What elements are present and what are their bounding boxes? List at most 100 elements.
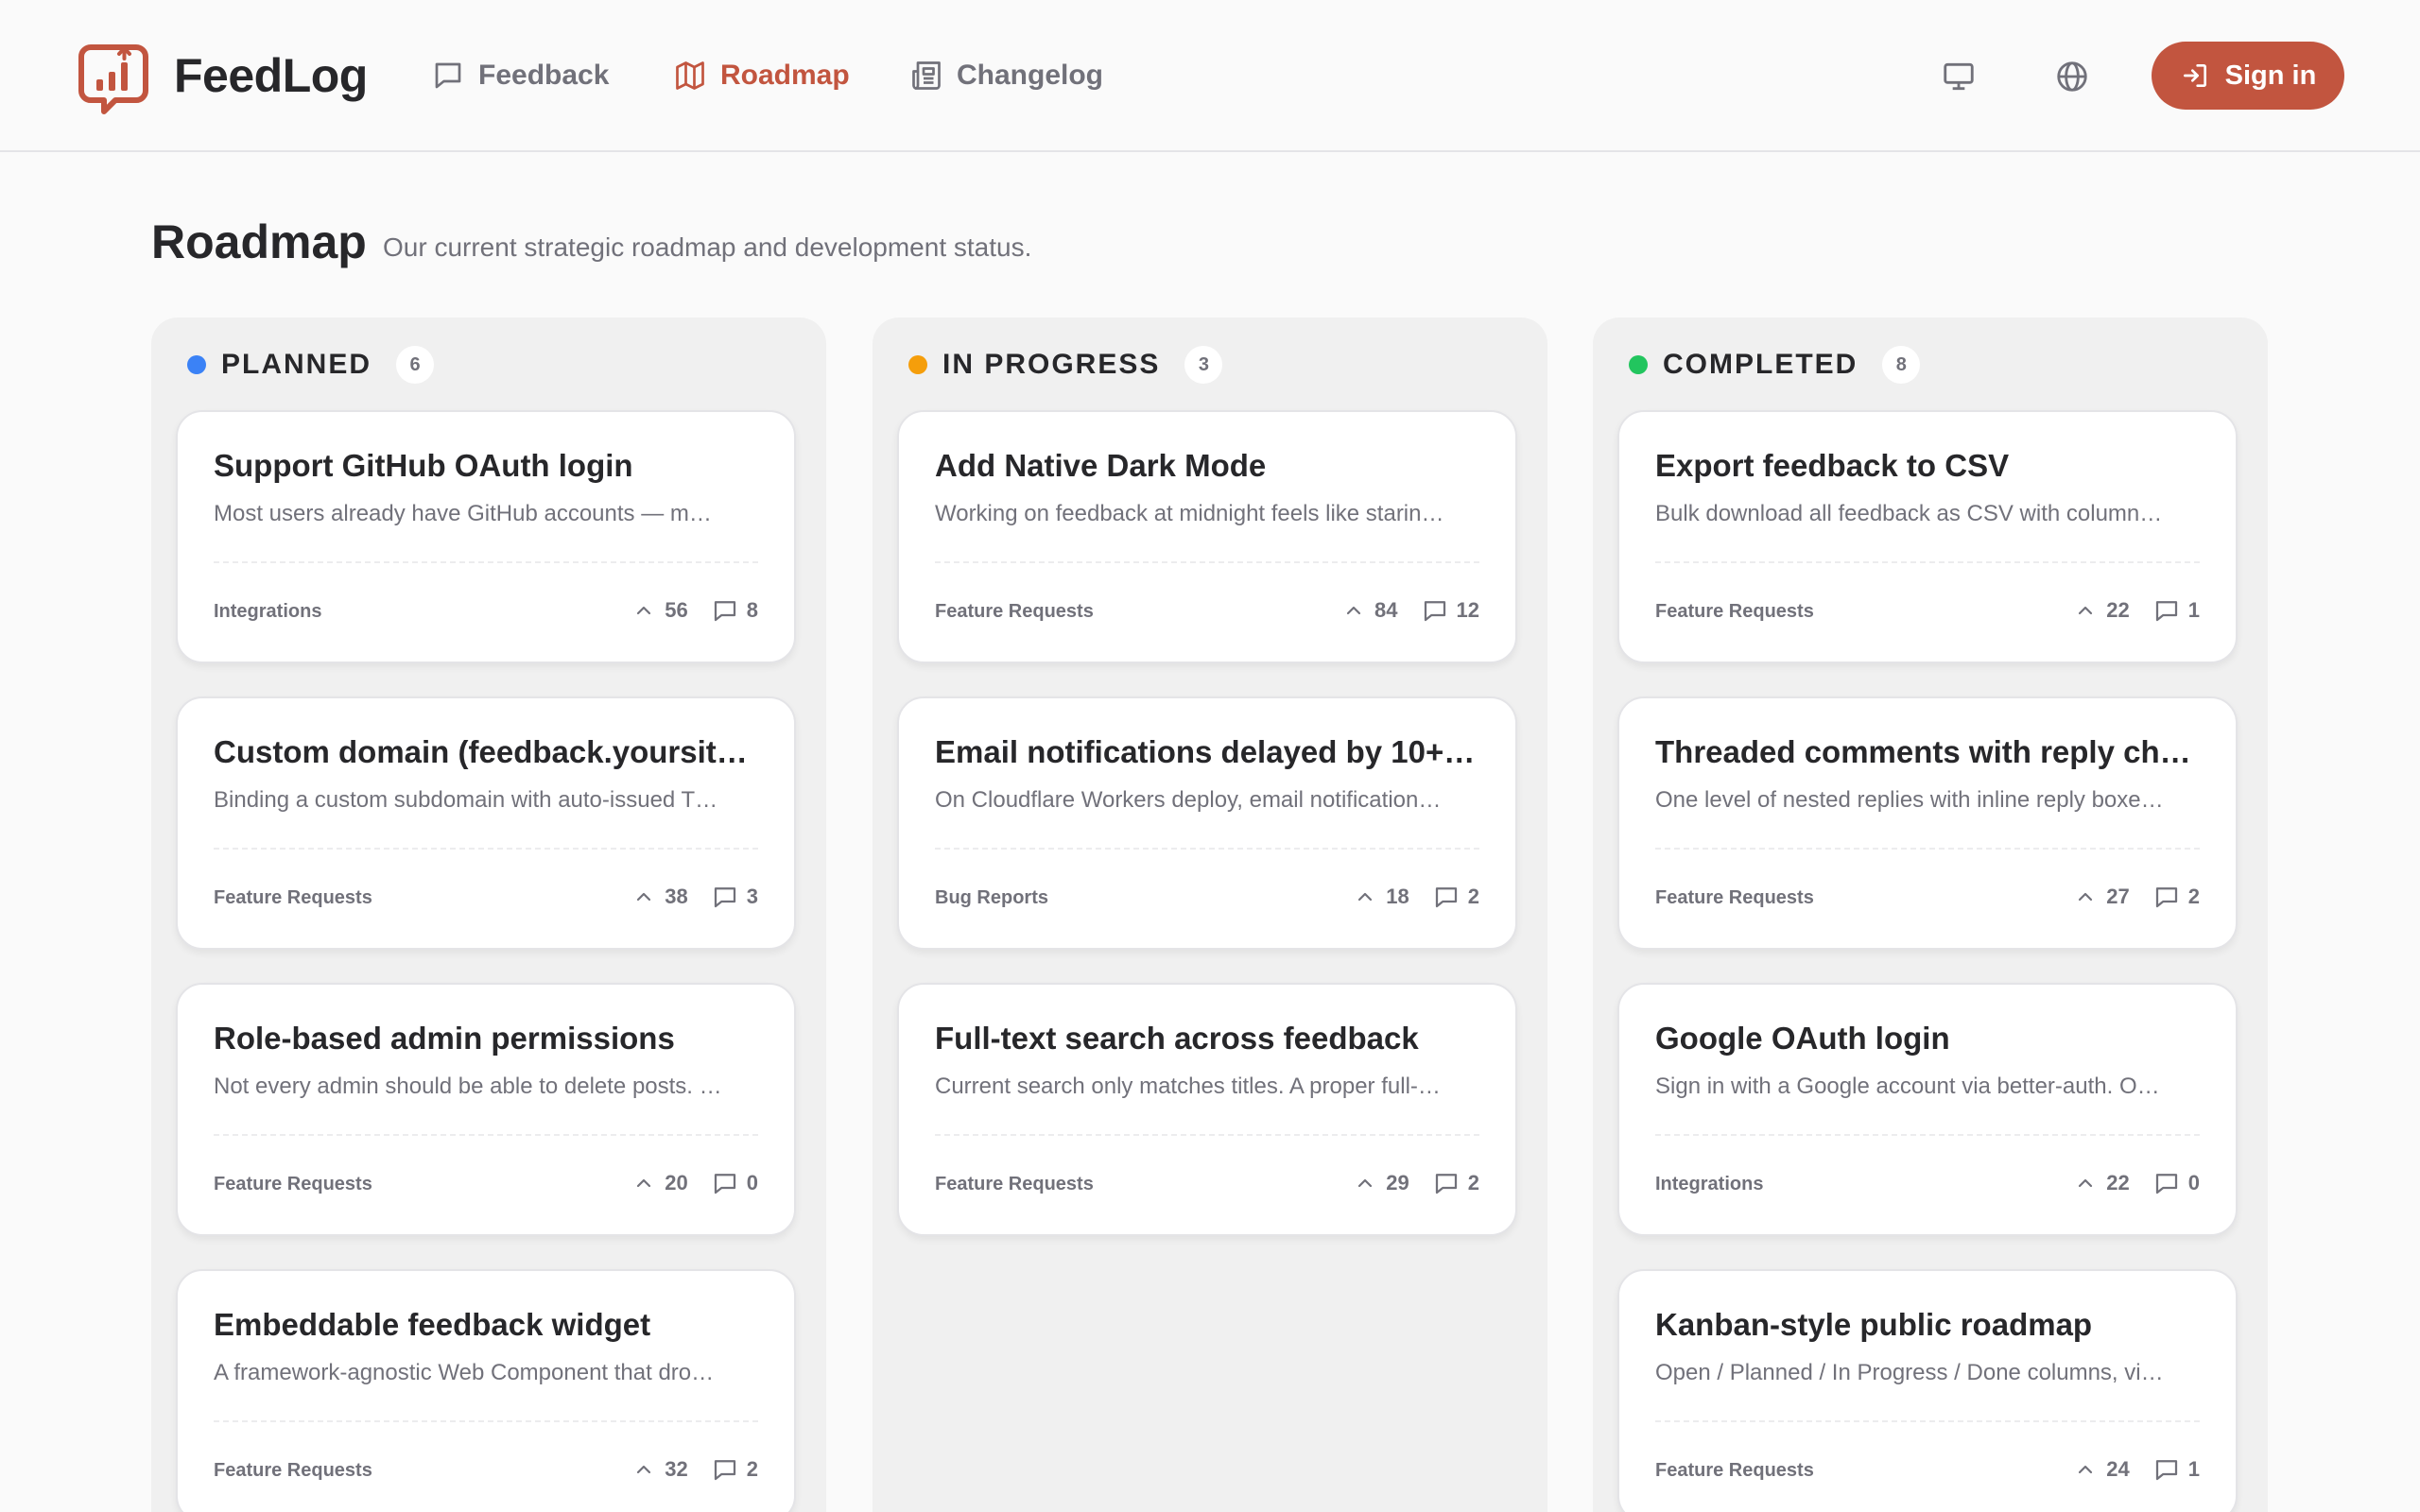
roadmap-card[interactable]: Support GitHub OAuth login Most users alr… (176, 410, 796, 663)
card-title[interactable]: Add Native Dark Mode (935, 446, 1483, 486)
roadmap-card[interactable]: Embeddable feedback widget A framework-ag… (176, 1269, 796, 1512)
card-description: Current search only matches titles. A pr… (935, 1074, 1445, 1099)
comment-count-value: 2 (1467, 885, 1479, 908)
nav-changelog[interactable]: Changelog (909, 53, 1103, 98)
upvote-icon (1358, 892, 1373, 902)
card-title[interactable]: Export feedback to CSV (1655, 446, 2204, 486)
card-title[interactable]: Full-text search across feedback (935, 1019, 1483, 1058)
column-count-badge: 8 (1882, 346, 1921, 384)
card-title[interactable]: Threaded comments with reply chains (1655, 732, 2204, 772)
card-title[interactable]: Embeddable feedback widget (214, 1305, 762, 1345)
card-stats: 32 2 (632, 1452, 758, 1486)
sign-in-button[interactable]: Sign in (2152, 42, 2344, 110)
comment-count: 2 (1432, 1169, 1479, 1197)
column-title: IN PROGRESS (942, 349, 1161, 380)
card-divider (214, 1420, 758, 1422)
card-category: Feature Requests (1655, 601, 1814, 622)
feedlog-logo-icon[interactable] (78, 43, 149, 115)
card-category: Feature Requests (1655, 887, 1814, 908)
column-header: PLANNED 6 (187, 340, 435, 389)
upvote-icon (2079, 892, 2093, 902)
roadmap-card[interactable]: Email notifications delayed by 10+ minut… (897, 696, 1517, 950)
comment-count: 0 (711, 1169, 758, 1197)
vote-count[interactable]: 56 (632, 598, 688, 623)
comment-count: 3 (711, 883, 758, 911)
card-description: Open / Planned / In Progress / Done colu… (1655, 1360, 2166, 1385)
roadmap-card[interactable]: Custom domain (feedback.yoursite.com) Bin… (176, 696, 796, 950)
comment-icon (2155, 1174, 2177, 1194)
log-in-icon (2183, 64, 2206, 87)
card-title[interactable]: Email notifications delayed by 10+ minut… (935, 732, 1483, 772)
monitor-icon[interactable] (1941, 59, 1977, 94)
card-divider (1655, 848, 2200, 850)
column-header: IN PROGRESS 3 (908, 340, 1223, 389)
comment-icon (1424, 601, 1445, 622)
brand-name[interactable]: FeedLog (174, 47, 368, 104)
upvote-icon (2079, 1178, 2093, 1188)
comment-count: 2 (2152, 883, 2200, 911)
roadmap-card[interactable]: Add Native Dark Mode Working on feedback … (897, 410, 1517, 663)
upvote-icon (637, 606, 651, 615)
roadmap-card[interactable]: Export feedback to CSV Bulk download all … (1617, 410, 2238, 663)
card-stats: 18 2 (1354, 880, 1479, 914)
vote-count[interactable]: 22 (2074, 598, 2130, 623)
roadmap-column-completed: COMPLETED 8 Export feedback to CSV Bulk dow… (1593, 318, 2268, 1512)
page-subtitle: Our current strategic roadmap and develo… (383, 232, 1032, 262)
card-category: Feature Requests (214, 1174, 372, 1194)
upvote-icon (637, 1178, 651, 1188)
roadmap-card[interactable]: Full-text search across feedback Current … (897, 983, 1517, 1236)
card-category: Integrations (214, 601, 322, 622)
roadmap-card[interactable]: Google OAuth login Sign in with a Google … (1617, 983, 2238, 1236)
nav-feedback[interactable]: Feedback (431, 53, 609, 98)
nav-changelog-label: Changelog (957, 60, 1103, 91)
upvote-icon (637, 892, 651, 902)
vote-count[interactable]: 18 (1354, 885, 1409, 909)
upvote-icon (2079, 606, 2093, 615)
status-dot (187, 355, 206, 374)
card-divider (1655, 1134, 2200, 1136)
comment-icon (714, 601, 735, 622)
vote-count[interactable]: 29 (1354, 1171, 1409, 1195)
vote-count-value: 29 (1386, 1171, 1409, 1194)
vote-count[interactable]: 20 (632, 1171, 688, 1195)
card-title[interactable]: Support GitHub OAuth login (214, 446, 762, 486)
card-description: Bulk download all feedback as CSV with c… (1655, 501, 2166, 526)
vote-count-value: 22 (2106, 598, 2130, 622)
vote-count[interactable]: 24 (2074, 1457, 2130, 1482)
roadmap-card[interactable]: Kanban-style public roadmap Open / Planne… (1617, 1269, 2238, 1512)
status-dot (908, 355, 927, 374)
vote-count-value: 24 (2106, 1457, 2130, 1481)
sign-in-label: Sign in (2224, 60, 2317, 91)
vote-count[interactable]: 38 (632, 885, 688, 909)
card-divider (935, 1134, 1479, 1136)
comment-count-value: 3 (746, 885, 758, 908)
card-description: Working on feedback at midnight feels li… (935, 501, 1445, 526)
roadmap-card[interactable]: Threaded comments with reply chains One l… (1617, 696, 2238, 950)
roadmap-card[interactable]: Role-based admin permissions Not every ad… (176, 983, 796, 1236)
vote-count[interactable]: 27 (2074, 885, 2130, 909)
globe-icon[interactable] (2054, 59, 2090, 94)
comment-count: 12 (1421, 596, 1479, 625)
card-title[interactable]: Kanban-style public roadmap (1655, 1305, 2204, 1345)
newspaper-icon (912, 61, 941, 90)
card-stats: 24 1 (2074, 1452, 2200, 1486)
card-description: One level of nested replies with inline … (1655, 787, 2166, 813)
card-title[interactable]: Custom domain (feedback.yoursite.com) (214, 732, 762, 772)
upvote-icon (1346, 606, 1361, 615)
vote-count[interactable]: 84 (1342, 598, 1398, 623)
card-stats: 29 2 (1354, 1166, 1479, 1200)
message-square-icon (435, 62, 461, 89)
card-description: A framework-agnostic Web Component that … (214, 1360, 724, 1385)
card-category: Bug Reports (935, 887, 1048, 908)
card-stats: 20 0 (632, 1166, 758, 1200)
card-title[interactable]: Google OAuth login (1655, 1019, 2204, 1058)
card-title[interactable]: Role-based admin permissions (214, 1019, 762, 1058)
card-divider (214, 848, 758, 850)
card-category: Feature Requests (214, 887, 372, 908)
nav-roadmap[interactable]: Roadmap (673, 53, 850, 98)
vote-count[interactable]: 22 (2074, 1171, 2130, 1195)
card-category: Feature Requests (214, 1460, 372, 1481)
comment-count-value: 0 (2187, 1171, 2200, 1194)
roadmap-column-planned: PLANNED 6 Support GitHub OAuth login Most u… (151, 318, 826, 1512)
vote-count[interactable]: 32 (632, 1457, 688, 1482)
